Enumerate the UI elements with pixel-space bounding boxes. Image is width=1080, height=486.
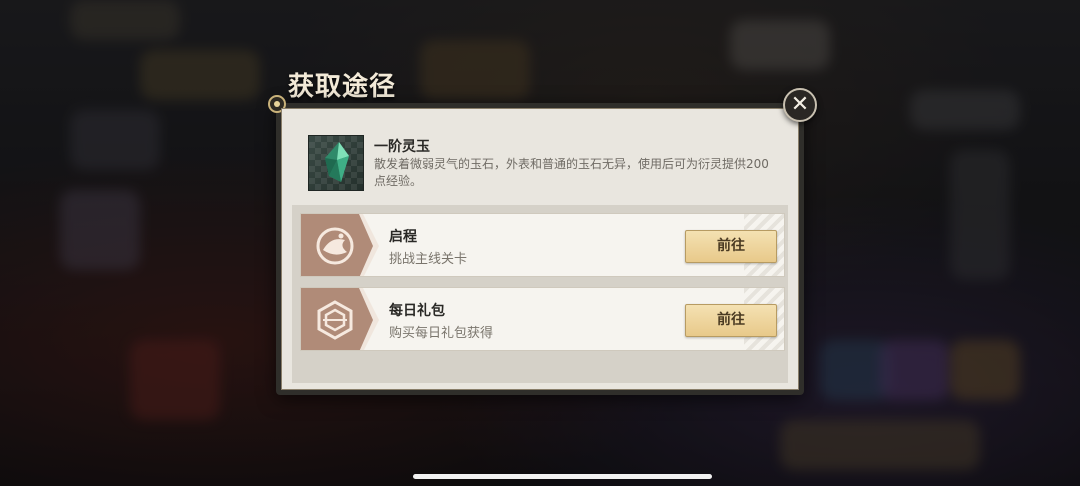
source-row-journey: 启程 挑战主线关卡 前往: [300, 213, 785, 277]
source-list: 启程 挑战主线关卡 前往 每日礼包 购买每日礼包获得 前往: [292, 205, 788, 383]
dialog-body: 一阶灵玉 散发着微弱灵气的玉石，外表和普通的玉石无异，使用后可为衍灵提供200点…: [281, 108, 799, 390]
gift-pack-emblem-icon: [301, 288, 379, 350]
go-button[interactable]: 前往: [685, 304, 777, 337]
source-title: 启程: [389, 229, 417, 245]
go-button[interactable]: 前往: [685, 230, 777, 263]
close-icon[interactable]: ✕: [783, 88, 817, 122]
home-indicator[interactable]: [413, 474, 712, 479]
journey-emblem-icon: [301, 214, 379, 276]
source-row-daily-gift: 每日礼包 购买每日礼包获得 前往: [300, 287, 785, 351]
item-name: 一阶灵玉: [374, 139, 430, 155]
green-jade-crystal-icon: [308, 135, 364, 191]
source-title: 每日礼包: [389, 303, 445, 319]
source-subtitle: 购买每日礼包获得: [389, 326, 494, 341]
dialog-title: 获取途径: [288, 72, 397, 102]
acquisition-dialog: 一阶灵玉 散发着微弱灵气的玉石，外表和普通的玉石无异，使用后可为衍灵提供200点…: [268, 95, 804, 395]
source-subtitle: 挑战主线关卡: [389, 252, 468, 267]
item-description: 散发着微弱灵气的玉石，外表和普通的玉石无异，使用后可为衍灵提供200点经验。: [374, 157, 769, 188]
